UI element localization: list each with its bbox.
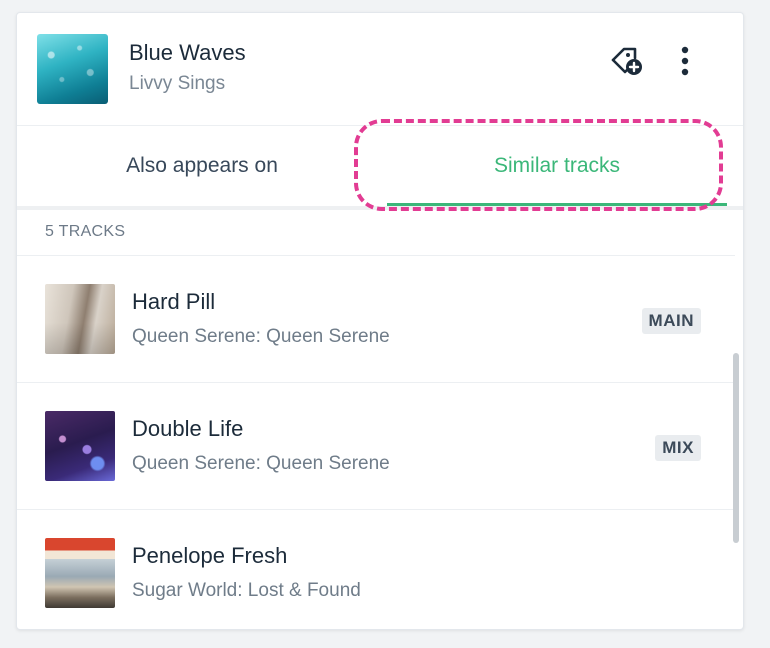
track-subtitle: Queen Serene: Queen Serene xyxy=(132,453,390,474)
track-subtitle: Sugar World: Lost & Found xyxy=(132,580,361,601)
track-thumbnail xyxy=(45,284,115,354)
track-title: Penelope Fresh xyxy=(132,543,288,568)
list-item[interactable]: Hard Pill Queen Serene: Queen Serene MAI… xyxy=(17,256,735,383)
track-title: Hard Pill xyxy=(132,289,216,314)
now-playing-header: Blue Waves Livvy Sings xyxy=(17,13,743,126)
track-thumbnail xyxy=(45,411,115,481)
track-details-panel: Blue Waves Livvy Sings Also appears on S… xyxy=(16,12,744,630)
list-item[interactable]: Double Life Queen Serene: Queen Serene M… xyxy=(17,383,735,510)
now-playing-title: Blue Waves xyxy=(129,40,246,65)
version-badge: MIX xyxy=(655,435,701,461)
track-thumbnail xyxy=(45,538,115,608)
track-list: Hard Pill Queen Serene: Queen Serene MAI… xyxy=(17,255,735,629)
tab-similar-tracks[interactable]: Similar tracks xyxy=(387,126,727,206)
tab-also-appears-on[interactable]: Also appears on xyxy=(17,126,387,206)
tab-bar: Also appears on Similar tracks xyxy=(17,126,743,210)
album-cover xyxy=(37,34,108,104)
track-count: 5 TRACKS xyxy=(45,223,126,240)
more-vertical-icon xyxy=(681,46,689,76)
now-playing-artist[interactable]: Livvy Sings xyxy=(129,73,225,95)
list-item[interactable]: Penelope Fresh Sugar World: Lost & Found xyxy=(17,510,735,629)
active-tab-indicator xyxy=(387,203,727,206)
add-tag-button[interactable] xyxy=(609,43,645,79)
track-subtitle: Queen Serene: Queen Serene xyxy=(132,326,390,347)
track-title: Double Life xyxy=(132,416,244,441)
scrollbar-thumb[interactable] xyxy=(733,353,739,543)
tag-add-icon xyxy=(611,47,642,75)
more-options-button[interactable] xyxy=(673,43,697,79)
version-badge: MAIN xyxy=(641,308,701,334)
